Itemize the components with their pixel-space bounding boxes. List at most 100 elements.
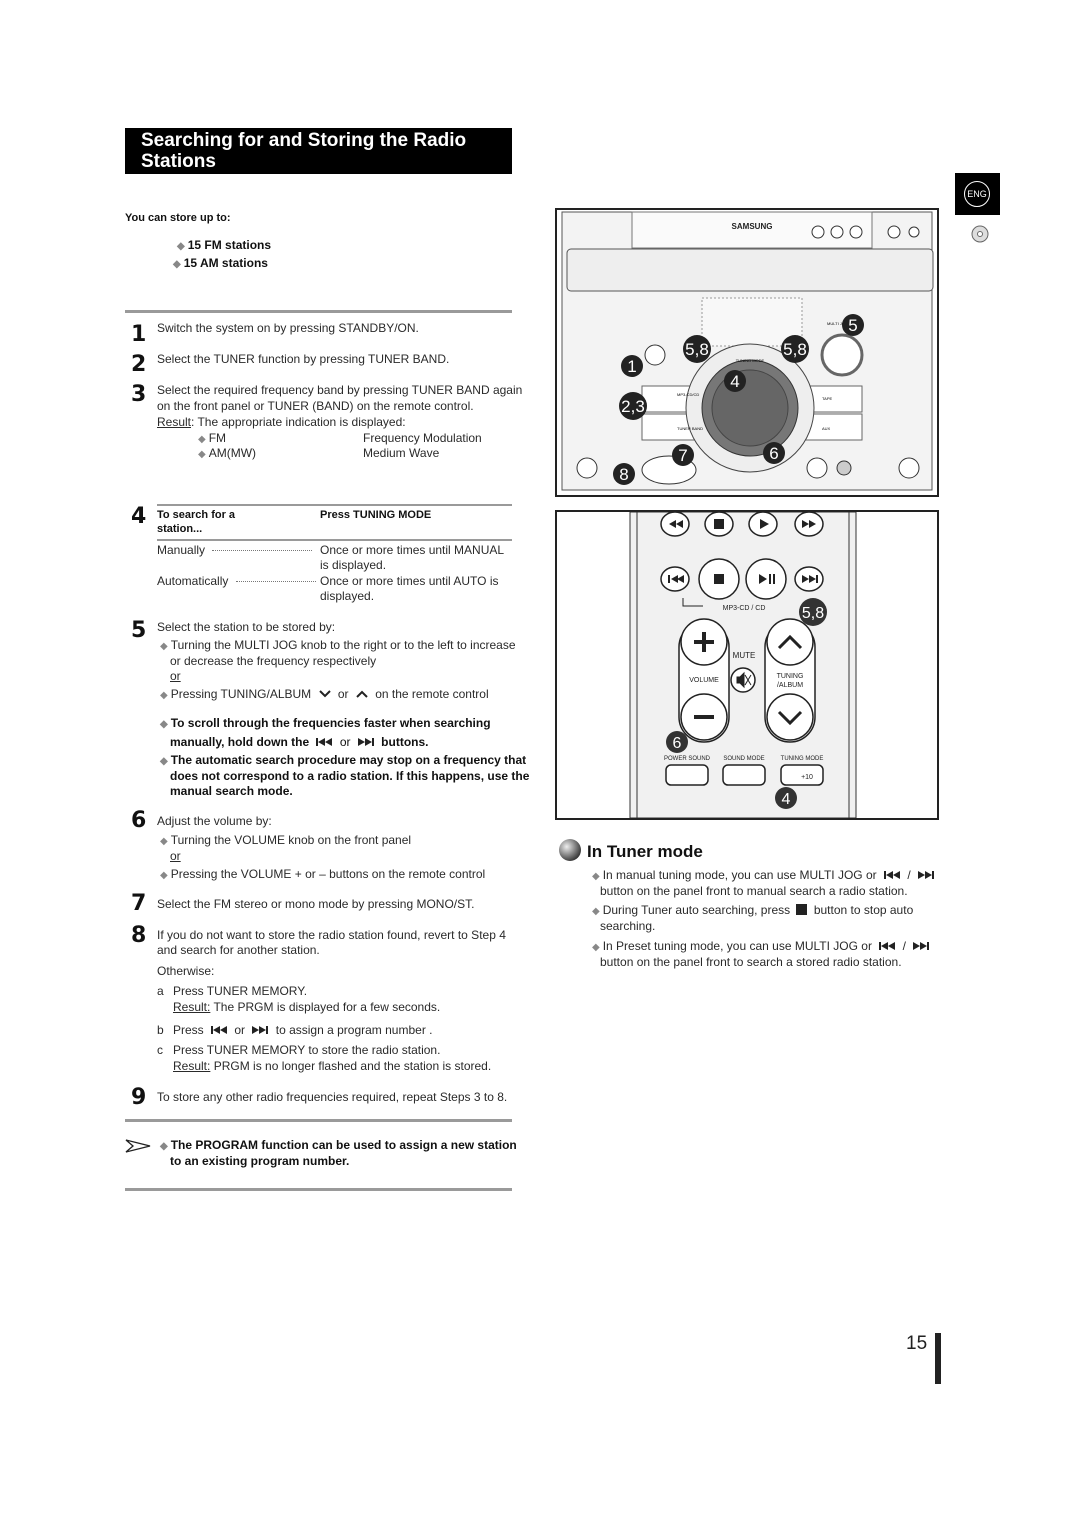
callout-6: 6 (673, 735, 682, 752)
language-label: ENG (964, 181, 990, 207)
band-fm: ◆ FM (198, 431, 227, 445)
band-am: ◆ AM(MW) (198, 446, 257, 460)
bullet: ◆ Turning the MULTI JOG knob to the right… (160, 638, 516, 652)
step-text: To store any other radio frequencies req… (157, 1090, 508, 1104)
store-item: ◆ 15 AM stations (173, 256, 268, 270)
or-text: or (170, 669, 181, 683)
step-text: If you do not want to store the radio st… (157, 928, 506, 942)
svg-text:MP3-CD/CD: MP3-CD/CD (677, 392, 699, 397)
main-unit-illustration: SAMSUNG TUNING MODE MP3-CD/CD TUNER BAND… (555, 208, 939, 497)
table-header: Press TUNING MODE (320, 509, 432, 521)
sub-letter: a (157, 984, 164, 998)
step-text: and search for another station. (157, 943, 320, 957)
band-desc: Frequency Modulation (363, 431, 482, 445)
tuner-bullet-cont: searching. (600, 919, 656, 933)
callout-1: 1 (627, 357, 636, 376)
step-number: 5 (131, 618, 147, 643)
sub-text: Press TUNER MEMORY to store the radio st… (173, 1043, 441, 1057)
step-number: 6 (131, 808, 147, 833)
tuning-label: /ALBUM (777, 682, 803, 689)
note-bullet: ◆ To scroll through the frequencies faste… (160, 716, 491, 730)
sub-letter: c (157, 1043, 163, 1057)
note-bullet-cont: manual search mode. (170, 784, 293, 798)
result-line: Result: The PRGM is displayed for a few … (173, 1000, 441, 1014)
mp3-cd-label: MP3-CD / CD (723, 605, 766, 612)
svg-text:TUNER BAND: TUNER BAND (677, 426, 703, 431)
page-number: 15 (906, 1333, 928, 1354)
title-line-2: Stations (141, 151, 216, 172)
callout-2-3: 2,3 (621, 397, 645, 416)
tuner-bullet: ◆ In manual tuning mode, you can use MULT… (592, 868, 938, 884)
table-cell: Once or more times until MANUAL (320, 543, 505, 557)
skip-forward-icon (357, 738, 374, 746)
section-title: In Tuner mode (587, 842, 703, 861)
divider (125, 1119, 512, 1122)
remote-drawing: MP3-CD / CD MUTE VOLUME TUNING /ALBUM PO… (629, 511, 857, 819)
manual-page: Searching for and Storing the Radio Stat… (0, 0, 1080, 1528)
callout-8: 8 (619, 465, 628, 484)
bullet: ◆ Turning the VOLUME knob on the front pa… (160, 833, 412, 847)
title-line-1: Searching for and Storing the Radio (141, 130, 467, 151)
callout-4: 4 (782, 791, 791, 808)
step-number: 2 (131, 352, 147, 377)
table-row: Manually (157, 543, 313, 557)
page-title: Searching for and Storing the Radio Stat… (125, 128, 512, 174)
store-heading: You can store up to: (125, 212, 231, 224)
bullet: ◆ Pressing the VOLUME + or – buttons on t… (160, 867, 486, 881)
store-item: ◆ 15 FM stations (177, 238, 272, 252)
volume-label: VOLUME (689, 677, 719, 684)
divider (125, 310, 512, 313)
svg-text:AUX: AUX (822, 426, 831, 431)
disc-icon (971, 225, 989, 243)
callout-7: 7 (678, 446, 687, 465)
divider (157, 504, 512, 506)
callout-4: 4 (730, 372, 739, 391)
table-header: To search for a (157, 509, 236, 521)
callout-5-8: 5,8 (685, 340, 709, 359)
step-number: 3 (131, 382, 147, 407)
note-arrow-icon (125, 1139, 151, 1153)
step-text: Select the required frequency band by pr… (157, 383, 523, 397)
svg-text:TUNING MODE: TUNING MODE (736, 358, 765, 363)
sub-text: Press or to assign a program number . (173, 1023, 433, 1037)
bullet: ◆ Pressing TUNING/ALBUM or on the remote … (160, 687, 489, 701)
skip-back-icon (883, 871, 900, 879)
result-line: Result: PRGM is no longer flashed and th… (173, 1059, 492, 1073)
table-header: station... (157, 523, 203, 535)
callout-5-8: 5,8 (802, 605, 824, 622)
note-bullet-cont: does not correspond to a radio station. … (170, 769, 530, 783)
result-line: Result: The appropriate indication is di… (157, 415, 406, 429)
power-sound-label: POWER SOUND (664, 756, 711, 762)
step-text: Select the station to be stored by: (157, 620, 336, 634)
step-number: 7 (131, 891, 147, 916)
skip-forward-icon (252, 1026, 269, 1034)
tuner-bullet: ◆ During Tuner auto searching, press butt… (592, 903, 914, 917)
mute-label: MUTE (733, 651, 756, 660)
step-text: Select the FM stereo or mono mode by pre… (157, 897, 475, 911)
skip-back-icon (316, 738, 333, 746)
divider (157, 539, 512, 541)
step-number: 9 (131, 1085, 147, 1110)
step-text: Select the TUNER function by pressing TU… (157, 352, 450, 366)
callout-5-8: 5,8 (783, 340, 807, 359)
language-tab: ENG (955, 173, 1000, 215)
step-text: Adjust the volume by: (157, 814, 272, 828)
brand-logo: SAMSUNG (732, 222, 773, 231)
step-number: 1 (131, 322, 147, 347)
callout-5: 5 (848, 316, 857, 335)
skip-forward-icon (918, 871, 934, 879)
section-bullet-icon (559, 839, 581, 861)
note-text: ◆ The PROGRAM function can be used to ass… (160, 1138, 517, 1152)
divider (125, 1188, 512, 1191)
note-bullet-cont: manually, hold down the or buttons. (170, 735, 429, 749)
plus10-label: +10 (801, 774, 813, 781)
step-number: 4 (131, 504, 147, 529)
skip-back-icon (879, 942, 896, 950)
tuner-bullet-cont: button on the panel front to search a st… (600, 955, 902, 969)
tuning-label: TUNING (777, 673, 804, 680)
callout-6: 6 (769, 444, 778, 463)
band-desc: Medium Wave (363, 446, 440, 460)
stop-icon (796, 904, 808, 915)
sub-letter: b (157, 1023, 164, 1037)
tuning-mode-label: TUNING MODE (781, 756, 824, 762)
